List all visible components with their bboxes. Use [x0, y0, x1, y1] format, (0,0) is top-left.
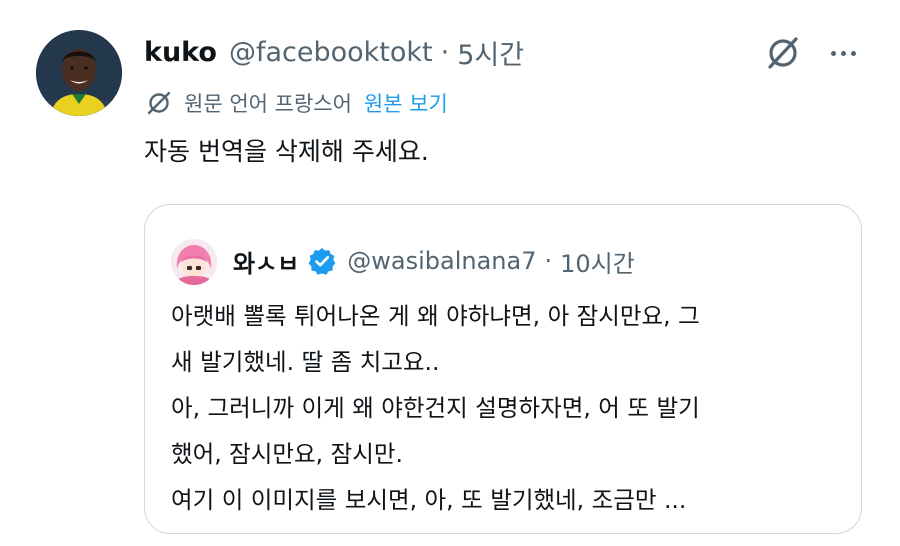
verified-badge-icon [308, 248, 336, 275]
quoted-text-line: 여기 이 이미지를 보시면, 아, 또 발기했네, 조금만 ... [171, 486, 687, 514]
tweet-header: kuko @facebooktokt · 5시간 [144, 32, 524, 72]
separator-dot: · [440, 36, 450, 68]
author-avatar[interactable] [36, 30, 122, 116]
translation-notice: 원문 언어 프랑스어 원본 보기 [144, 84, 448, 122]
quoted-text-line: 새 발기했네. 딸 좀 치고요.. [171, 348, 440, 376]
author-display-name[interactable]: kuko [144, 37, 217, 68]
quoted-author-display-name[interactable]: 와ㅅㅂ [233, 244, 299, 279]
quoted-tweet-text: 아랫배 뽈록 튀어나온 게 왜 야하냐면, 아 잠시만요, 그 새 발기했네. … [171, 293, 851, 523]
quoted-tweet-timestamp[interactable]: 10시간 [560, 244, 635, 279]
grok-icon[interactable] [762, 32, 804, 74]
tweet-text: 자동 번역을 삭제해 주세요. [144, 137, 429, 166]
translation-note: 원문 언어 프랑스어 [184, 92, 352, 116]
quoted-text-line: 아랫배 뽈록 튀어나온 게 왜 야하냐면, 아 잠시만요, 그 [171, 302, 700, 330]
tweet-timestamp[interactable]: 5시간 [457, 33, 524, 72]
quoted-tweet-card[interactable]: 와ㅅㅂ @wasibalnana7 · 10시간 아랫배 뽈록 튀어나온 게 왜… [144, 204, 862, 534]
quoted-text-line: 했어, 잠시만요, 잠시만. [171, 440, 403, 468]
grok-translate-icon [147, 91, 171, 115]
quoted-text-line: 아, 그러니까 이게 왜 야한건지 설명하자면, 어 또 발기 [171, 394, 700, 422]
quoted-author-avatar[interactable] [171, 239, 217, 285]
more-horizontal-icon[interactable] [822, 32, 864, 74]
author-handle[interactable]: @facebooktokt [229, 37, 433, 68]
quoted-tweet-header: 와ㅅㅂ @wasibalnana7 · 10시간 [233, 241, 635, 281]
quoted-author-handle[interactable]: @wasibalnana7 [347, 247, 536, 275]
show-original-link[interactable]: 원본 보기 [364, 88, 448, 118]
separator-dot: · [544, 247, 553, 275]
